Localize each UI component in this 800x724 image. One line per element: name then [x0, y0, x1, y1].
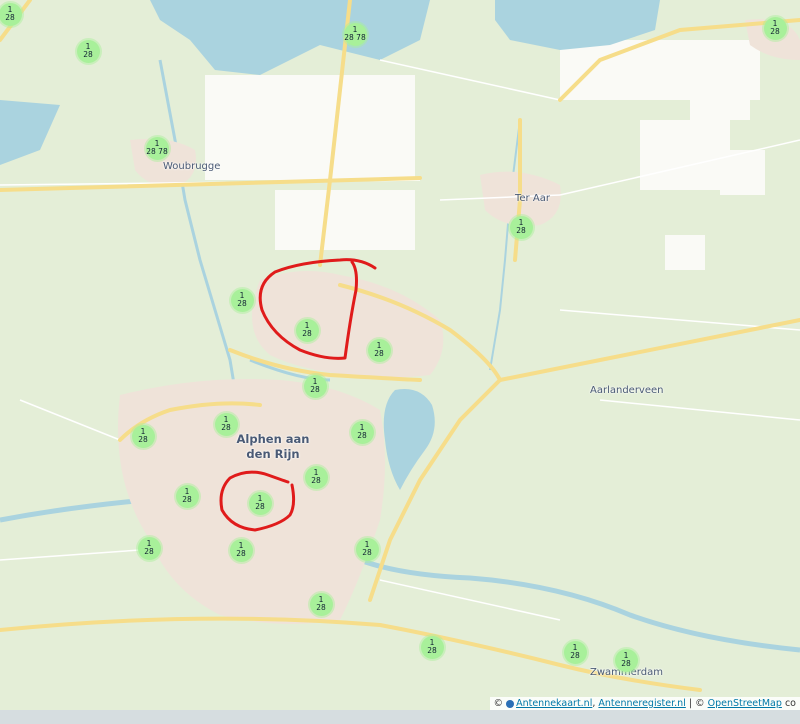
marker-bottom: 28: [311, 476, 321, 485]
antenna-marker[interactable]: 1 28: [137, 536, 161, 560]
place-label-ter-aar: Ter Aar: [515, 193, 550, 204]
antenna-marker[interactable]: 1 28: [304, 465, 328, 489]
antenna-marker[interactable]: 1 28: [350, 420, 374, 444]
attribution-sep: | ©: [688, 698, 705, 709]
place-label-alphen-aan-den-rijn: Alphen aan den Rijn: [236, 432, 310, 461]
marker-bottom: 28: [5, 13, 15, 22]
place-label-woubrugge: Woubrugge: [163, 161, 221, 172]
marker-bottom: 28: [236, 549, 246, 558]
attribution-suffix: co: [784, 698, 796, 709]
marker-bottom: 28: [138, 435, 148, 444]
marker-bottom: 28: [621, 659, 631, 668]
marker-bottom: 28: [237, 299, 247, 308]
antenneregister-link[interactable]: Antenneregister.nl: [598, 698, 685, 709]
marker-bottom: 28: [516, 226, 526, 235]
map-canvas[interactable]: [0, 0, 800, 724]
antenna-marker[interactable]: 1 28: [614, 648, 638, 672]
marker-bottom: 28 78: [344, 33, 366, 42]
antenna-marker[interactable]: 1 28: [214, 412, 238, 436]
marker-bottom: 28: [310, 385, 320, 394]
antenna-marker[interactable]: 1 28: [355, 537, 379, 561]
marker-bottom: 28: [427, 646, 437, 655]
antenna-marker[interactable]: 1 28: [303, 374, 327, 398]
marker-bottom: 28: [182, 495, 192, 504]
antenna-marker[interactable]: 1 28: [763, 16, 787, 40]
marker-bottom: 28: [374, 349, 384, 358]
antenna-marker[interactable]: 1 28: [76, 39, 100, 63]
antenna-marker[interactable]: 1 28: [309, 592, 333, 616]
antenna-marker[interactable]: 1 28: [509, 215, 533, 239]
antenna-marker[interactable]: 1 28: [295, 318, 319, 342]
antenna-marker[interactable]: 1 28 78: [343, 22, 367, 46]
antenna-marker[interactable]: 1 28: [248, 491, 272, 515]
map-attribution: © Antennekaart.nl, Antenneregister.nl | …: [489, 697, 800, 710]
attribution-sep: ,: [592, 698, 596, 709]
antenna-marker[interactable]: 1 28 78: [145, 136, 169, 160]
antenna-marker[interactable]: 1 28: [0, 2, 22, 26]
marker-bottom: 28: [357, 431, 367, 440]
antenna-marker[interactable]: 1 28: [367, 338, 391, 362]
antenna-marker[interactable]: 1 28: [131, 424, 155, 448]
marker-bottom: 28: [144, 547, 154, 556]
antennekaart-link[interactable]: Antennekaart.nl: [516, 698, 592, 709]
antenna-marker[interactable]: 1 28: [229, 538, 253, 562]
marker-bottom: 28: [221, 423, 231, 432]
marker-bottom: 28 78: [146, 147, 168, 156]
marker-bottom: 28: [83, 50, 93, 59]
marker-bottom: 28: [362, 548, 372, 557]
antenna-marker[interactable]: 1 28: [420, 635, 444, 659]
bottom-strip: [0, 710, 800, 724]
antenna-marker[interactable]: 1 28: [230, 288, 254, 312]
marker-bottom: 28: [770, 27, 780, 36]
antenna-marker[interactable]: 1 28: [563, 640, 587, 664]
marker-bottom: 28: [302, 329, 312, 338]
place-label-aarlanderveen: Aarlanderveen: [590, 385, 664, 396]
openstreetmap-link[interactable]: OpenStreetMap: [708, 698, 782, 709]
marker-bottom: 28: [570, 651, 580, 660]
attribution-prefix: ©: [493, 698, 504, 709]
leaflet-logo-icon: [506, 699, 515, 708]
marker-bottom: 28: [316, 603, 326, 612]
marker-bottom: 28: [255, 502, 265, 511]
antenna-marker[interactable]: 1 28: [175, 484, 199, 508]
